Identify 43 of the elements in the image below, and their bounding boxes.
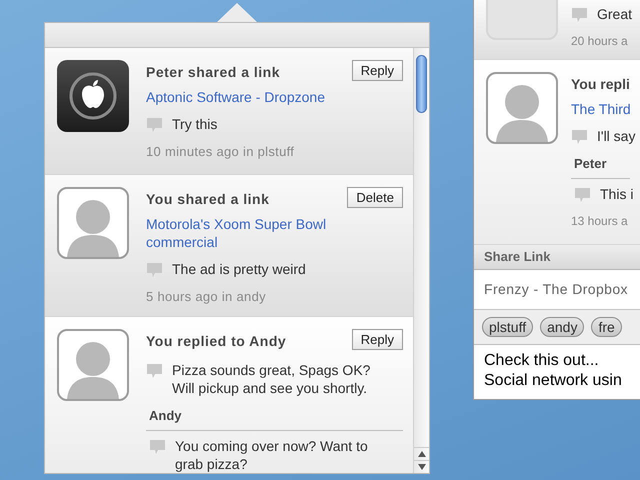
item-title: You replied to Andy: [146, 332, 286, 351]
speech-bubble-icon: [146, 117, 163, 133]
apple-app-icon: [57, 60, 129, 132]
speech-bubble-icon: [146, 262, 163, 278]
action-button[interactable]: Reply: [352, 60, 403, 81]
timestamp: 5 hours ago in andy: [146, 288, 267, 306]
item-title: Peter shared a link: [146, 63, 280, 82]
speech-bubble-icon: [571, 7, 588, 23]
comment-text: This i: [600, 184, 634, 202]
timestamp: 10 minutes ago in plstuff: [146, 143, 296, 161]
avatar-silhouette: [57, 187, 129, 259]
reply-author: Peter: [571, 154, 630, 178]
scrollbar-thumb[interactable]: [416, 55, 427, 113]
comment-text: Try this: [172, 115, 218, 133]
avatar-silhouette: [486, 72, 558, 144]
reply-author: Andy: [146, 406, 403, 430]
action-button[interactable]: Reply: [352, 329, 403, 350]
speech-bubble-icon: [146, 363, 163, 379]
scrollbar[interactable]: [413, 48, 429, 473]
timestamp: 20 hours a: [571, 33, 628, 50]
comment-text: I'll say: [597, 127, 636, 145]
message-line: Social network usin: [484, 371, 623, 391]
message-line: Check this out...: [484, 351, 600, 371]
tag-chip[interactable]: fre: [591, 317, 622, 337]
section-header: Share Link: [474, 245, 640, 270]
timestamp: 13 hours a: [571, 212, 628, 230]
scroll-up-icon[interactable]: [414, 447, 429, 460]
item-title: You repli: [571, 75, 630, 94]
link[interactable]: Aptonic Software - Dropzone: [146, 88, 346, 106]
tag-chip[interactable]: plstuff: [482, 317, 534, 337]
comment-text: Pizza sounds great, Spags OK? Will pickup and see you shortly.: [172, 361, 372, 397]
link[interactable]: Motorola's Xoom Super Bowl commercial: [146, 215, 346, 251]
item-title: You shared a link: [146, 190, 270, 209]
speech-bubble-icon: [574, 186, 591, 202]
speech-bubble-icon: [571, 129, 588, 145]
link[interactable]: The Third: [571, 100, 630, 118]
action-button[interactable]: Delete: [347, 187, 403, 208]
speech-bubble-icon: [149, 438, 166, 454]
comment-text: You coming over now? Want to grab pizza?: [175, 436, 369, 472]
comment-text: Great: [597, 5, 632, 23]
avatar-silhouette: [57, 329, 129, 401]
comment-text: The ad is pretty weird: [172, 260, 306, 278]
tag-chip[interactable]: andy: [540, 317, 584, 337]
